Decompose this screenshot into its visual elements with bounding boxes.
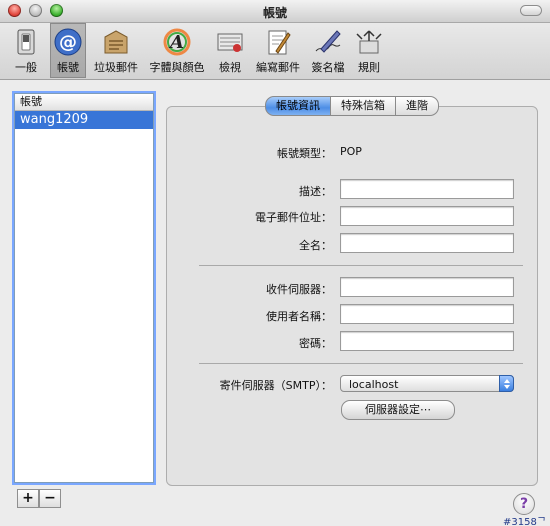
separator <box>199 265 523 266</box>
tab-account-information[interactable]: 帳號資訊 <box>265 96 331 116</box>
preferences-toolbar: 一般 @ 帳號 垃圾郵件 A 字體與顏色 檢視 編寫郵件 簽名檔 規則 <box>0 23 550 80</box>
toolbar-label: 檢視 <box>219 61 241 74</box>
email-address-label: 電子郵件位址： <box>255 211 332 224</box>
account-list-item[interactable]: wang1209 <box>15 111 153 129</box>
toolbar-fonts-colors[interactable]: A 字體與顏色 <box>146 23 208 78</box>
rules-icon <box>356 30 382 54</box>
toolbar-label: 規則 <box>358 61 380 74</box>
font-color-icon: A <box>163 28 191 56</box>
email-address-field[interactable] <box>340 206 514 226</box>
remove-account-button[interactable]: − <box>39 489 61 508</box>
outgoing-server-value: localhost <box>349 378 399 391</box>
password-field[interactable] <box>340 331 514 351</box>
at-sign-icon: @ <box>54 28 82 56</box>
title-bar: 帳號 <box>0 0 550 23</box>
svg-text:@: @ <box>59 32 77 53</box>
full-name-field[interactable] <box>340 233 514 253</box>
toolbar-label: 編寫郵件 <box>256 61 300 74</box>
username-field[interactable] <box>340 304 514 324</box>
switch-icon <box>17 29 35 55</box>
outgoing-server-label: 寄件伺服器（SMTP）： <box>219 379 332 392</box>
password-label: 密碼： <box>299 337 332 350</box>
account-type-value: POP <box>340 145 362 158</box>
watermark-text: #3158ᄀ <box>503 517 547 526</box>
account-type-label: 帳號類型： <box>277 147 332 160</box>
account-list-header: 帳號 <box>15 94 153 111</box>
toolbar-accounts[interactable]: @ 帳號 <box>50 23 86 78</box>
username-label: 使用者名稱： <box>266 310 332 323</box>
toolbar-junk-mail[interactable]: 垃圾郵件 <box>90 23 142 78</box>
tab-special-mailboxes[interactable]: 特殊信箱 <box>331 96 396 116</box>
popup-arrows-icon <box>499 375 514 392</box>
description-field[interactable] <box>340 179 514 199</box>
toolbar-label: 帳號 <box>57 61 79 74</box>
toolbar-toggle-button[interactable] <box>520 5 542 16</box>
toolbar-label: 垃圾郵件 <box>94 61 138 74</box>
description-label: 描述： <box>299 185 332 198</box>
toolbar-viewing[interactable]: 檢視 <box>212 23 248 78</box>
outgoing-server-popup[interactable]: localhost <box>340 375 514 392</box>
toolbar-label: 字體與顏色 <box>149 61 205 74</box>
compose-icon <box>268 30 291 55</box>
toolbar-rules[interactable]: 規則 <box>352 23 386 78</box>
toolbar-composing[interactable]: 編寫郵件 <box>252 23 304 78</box>
toolbar-general[interactable]: 一般 <box>6 23 46 78</box>
toolbar-signatures[interactable]: 簽名檔 <box>308 23 348 78</box>
account-list[interactable]: 帳號 wang1209 <box>14 93 154 483</box>
tab-advanced[interactable]: 進階 <box>396 96 439 116</box>
incoming-server-label: 收件伺服器： <box>266 283 332 296</box>
svg-text:A: A <box>168 32 184 53</box>
separator <box>199 363 523 364</box>
toolbar-label: 簽名檔 <box>311 61 345 74</box>
window-title: 帳號 <box>262 6 287 20</box>
full-name-label: 全名： <box>299 239 332 252</box>
account-tabs: 帳號資訊 特殊信箱 進階 <box>265 96 439 116</box>
mail-preferences-window: 帳號 一般 @ 帳號 垃圾郵件 A 字體與顏色 檢視 編寫郵件 簽名檔 規則 帳… <box>0 0 550 526</box>
signature-pen-icon <box>315 30 341 53</box>
add-account-button[interactable]: + <box>17 489 39 508</box>
toolbar-label: 一般 <box>15 61 37 74</box>
server-settings-button[interactable]: 伺服器設定⋯ <box>341 400 455 420</box>
help-button[interactable]: ? <box>513 493 535 515</box>
junk-mail-icon <box>104 30 128 54</box>
incoming-server-field[interactable] <box>340 277 514 297</box>
view-icon <box>217 33 243 52</box>
